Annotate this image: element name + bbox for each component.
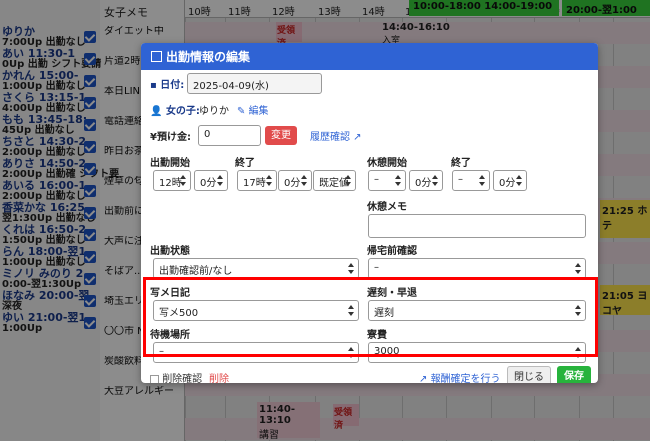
- save-button[interactable]: 保存: [557, 366, 591, 383]
- deposit-change-button[interactable]: 変更: [265, 126, 297, 145]
- break-end-min-select[interactable]: 0分: [493, 170, 527, 191]
- delete-confirm[interactable]: 削除確認: [150, 370, 202, 383]
- deposit-input[interactable]: 0: [198, 125, 261, 146]
- status-select[interactable]: 出勤確認前/なし: [153, 258, 359, 279]
- break-start-hour-select[interactable]: –: [368, 170, 406, 191]
- break-memo-label: 休憩メモ: [367, 202, 407, 213]
- modal-header: 出勤情報の編集: [141, 43, 598, 70]
- end-label: 終了: [235, 158, 255, 169]
- highlight-annotation: [143, 277, 598, 357]
- status-label: 出勤状態: [150, 246, 190, 257]
- girl-label: 👤 女の子:: [150, 106, 200, 117]
- break-end-label: 終了: [451, 158, 471, 169]
- end-min-select[interactable]: 0分: [278, 170, 312, 191]
- pre-home-label: 帰宅前確認: [367, 246, 417, 257]
- reward-link[interactable]: ↗ 報酬確定を行う: [419, 370, 501, 383]
- date-label: ▪ 日付:: [150, 80, 185, 91]
- date-field[interactable]: 2025-04-09(水): [187, 73, 322, 94]
- end-preset-select[interactable]: 既定値: [313, 170, 356, 191]
- close-button[interactable]: 閉じる: [507, 366, 551, 383]
- break-start-label: 休憩開始: [367, 158, 407, 169]
- edit-icon: [151, 51, 162, 62]
- deposit-label: ¥預け金:: [150, 132, 191, 143]
- pre-home-select[interactable]: –: [368, 258, 586, 279]
- break-end-hour-select[interactable]: –: [452, 170, 490, 191]
- delete-link[interactable]: 削除: [209, 370, 229, 383]
- history-link[interactable]: 履歴確認 ↗: [310, 128, 362, 143]
- modal-title: 出勤情報の編集: [166, 50, 251, 64]
- girl-name: ゆりか: [199, 106, 229, 117]
- start-hour-select[interactable]: 12時: [153, 170, 191, 191]
- end-hour-select[interactable]: 17時: [237, 170, 277, 191]
- break-memo-textarea[interactable]: [368, 214, 586, 238]
- start-label: 出勤開始: [150, 158, 190, 169]
- girl-edit-link[interactable]: ✎ 編集: [237, 102, 269, 117]
- start-min-select[interactable]: 0分: [194, 170, 228, 191]
- delete-confirm-checkbox[interactable]: [150, 374, 159, 383]
- break-start-min-select[interactable]: 0分: [409, 170, 443, 191]
